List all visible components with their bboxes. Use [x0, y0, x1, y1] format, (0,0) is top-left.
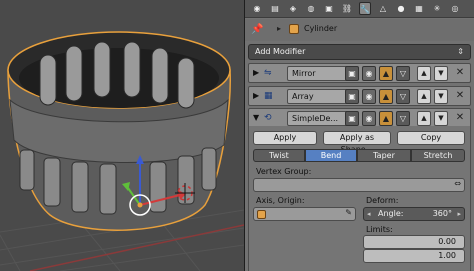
viewport-canvas[interactable]: [0, 0, 244, 271]
move-up-button[interactable]: ▲: [417, 89, 431, 104]
mode-taper[interactable]: Taper: [357, 149, 411, 162]
show-viewport-icon[interactable]: ◉: [362, 89, 376, 104]
move-up-button[interactable]: ▲: [417, 66, 431, 81]
vertex-group-label: Vertex Group:: [256, 167, 312, 176]
layers-icon[interactable]: ▤: [269, 2, 281, 15]
scene-icon[interactable]: ◈: [287, 2, 299, 15]
modifier-name-field[interactable]: Mirror: [287, 66, 349, 81]
dropdown-arrow-icon: ⇕: [457, 47, 464, 56]
object-name: Cylinder: [304, 24, 338, 33]
axis-origin-label: Axis, Origin:: [256, 196, 305, 205]
angle-field[interactable]: ◂ Angle: 360° ▸: [363, 207, 465, 221]
properties-tabbar: ◉ ▤ ◈ ◍ ▣ ⛓ 🔧 △ ● ▦ ✳ ◎: [245, 0, 474, 18]
axis-origin-field[interactable]: ✎: [253, 207, 356, 221]
simpledeform-icon: ⟲: [264, 113, 272, 123]
x-axis-line: [29, 224, 244, 271]
angle-label: Angle:: [378, 209, 404, 218]
expand-triangle-icon[interactable]: ▶: [253, 68, 259, 77]
eyedropper-icon[interactable]: ✎: [345, 208, 352, 217]
array-icon: ▦: [264, 91, 273, 101]
constraints-icon[interactable]: ⛓: [341, 2, 353, 15]
show-editmode-icon[interactable]: ▲: [379, 89, 393, 104]
increment-arrow-icon[interactable]: ▸: [457, 208, 461, 220]
deform-label: Deform:: [366, 196, 399, 205]
mirror-icon: ⇋: [264, 68, 272, 78]
close-icon[interactable]: ✕: [454, 67, 466, 79]
modifiers-icon[interactable]: 🔧: [359, 2, 371, 15]
chevron-right-icon: ▸: [277, 24, 282, 33]
modifier-name-field[interactable]: Array: [287, 89, 349, 104]
show-viewport-icon[interactable]: ◉: [362, 66, 376, 81]
show-render-icon[interactable]: ▣: [345, 66, 359, 81]
show-editmode-icon[interactable]: ▲: [379, 66, 393, 81]
limit-min-slider[interactable]: 0.00: [363, 235, 465, 249]
collapse-triangle-icon[interactable]: ▼: [253, 113, 259, 122]
limit-max-slider[interactable]: 1.00: [363, 249, 465, 263]
modifier-array[interactable]: ▶ ▦ Array ▣ ◉ ▲ ▽ ▲ ▼ ✕: [248, 86, 471, 106]
show-editmode-icon[interactable]: ▲: [379, 111, 393, 126]
expand-triangle-icon[interactable]: ▶: [253, 91, 259, 100]
render-icon[interactable]: ◉: [251, 2, 263, 15]
modifier-name-field[interactable]: SimpleDe...: [287, 111, 349, 126]
add-modifier-label: Add Modifier: [255, 47, 306, 56]
limits-label: Limits:: [366, 225, 393, 234]
modifier-mirror[interactable]: ▶ ⇋ Mirror ▣ ◉ ▲ ▽ ▲ ▼ ✕: [248, 63, 471, 83]
move-down-button[interactable]: ▼: [434, 111, 448, 126]
show-render-icon[interactable]: ▣: [345, 111, 359, 126]
object-icon[interactable]: ▣: [323, 2, 335, 15]
move-down-button[interactable]: ▼: [434, 89, 448, 104]
mode-twist[interactable]: Twist: [253, 149, 305, 162]
pin-icon[interactable]: 📌: [251, 24, 263, 35]
decrement-arrow-icon[interactable]: ◂: [367, 208, 371, 220]
world-icon[interactable]: ◍: [305, 2, 317, 15]
3d-viewport[interactable]: [0, 0, 244, 271]
show-render-icon[interactable]: ▣: [345, 89, 359, 104]
object-origin: [137, 202, 143, 208]
particles-icon[interactable]: ✳: [431, 2, 443, 15]
move-down-button[interactable]: ▼: [434, 66, 448, 81]
physics-icon[interactable]: ◎: [449, 2, 461, 15]
angle-value: 360°: [432, 209, 452, 218]
close-icon[interactable]: ✕: [454, 112, 466, 124]
apply-button[interactable]: Apply: [253, 131, 317, 145]
add-modifier-button[interactable]: Add Modifier ⇕: [248, 44, 471, 60]
show-cage-icon[interactable]: ▽: [396, 66, 410, 81]
material-icon[interactable]: ●: [395, 2, 407, 15]
object-cube-icon: [257, 210, 266, 219]
copy-button[interactable]: Copy: [397, 131, 465, 145]
show-cage-icon[interactable]: ▽: [396, 89, 410, 104]
show-viewport-icon[interactable]: ◉: [362, 111, 376, 126]
context-row: 📌 ▸ Cylinder: [245, 19, 474, 41]
move-up-button[interactable]: ▲: [417, 111, 431, 126]
object-cube-icon: [289, 24, 299, 34]
invert-arrows-icon[interactable]: ⇔: [454, 179, 461, 188]
modifier-simpledeform[interactable]: ▼ ⟲ SimpleDe... ▣ ◉ ▲ ▽ ▲ ▼ ✕: [248, 108, 471, 128]
vertex-group-field[interactable]: ⇔: [253, 178, 465, 192]
close-icon[interactable]: ✕: [454, 90, 466, 102]
show-cage-icon[interactable]: ▽: [396, 111, 410, 126]
data-icon[interactable]: △: [377, 2, 389, 15]
texture-icon[interactable]: ▦: [413, 2, 425, 15]
mode-stretch[interactable]: Stretch: [411, 149, 465, 162]
mode-bend[interactable]: Bend: [305, 149, 357, 162]
apply-as-shape-button[interactable]: Apply as Shape...: [323, 131, 391, 154]
